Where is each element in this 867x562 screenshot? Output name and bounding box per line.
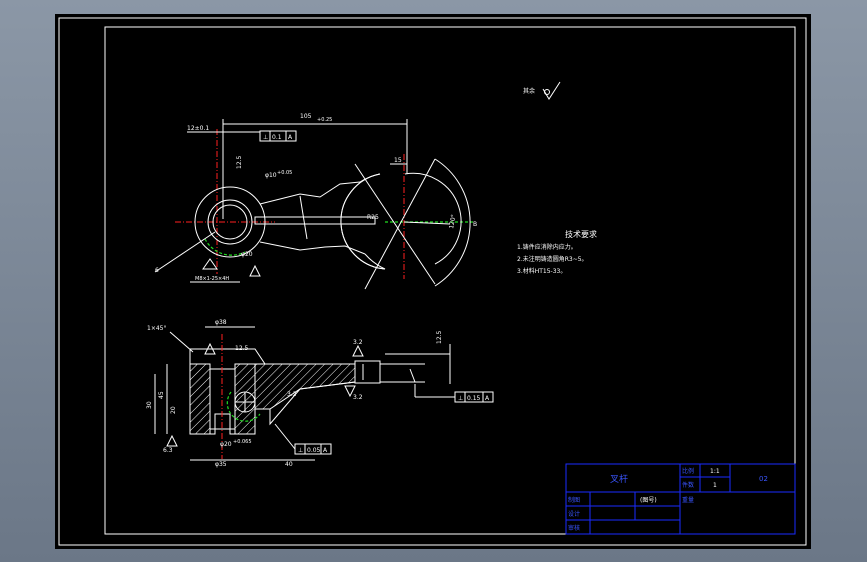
roughness-symbol-2 <box>249 264 261 277</box>
section-view: 12.5 φ38 1×45° 12.5 3.2 3.2 3.2 45 30 20… <box>146 319 494 468</box>
technical-notes: 技术要求 1.铸件应消除内应力。 2.未注明铸造圆角R3~5。 3.材料HT15… <box>517 229 597 275</box>
material-label: 重量 <box>682 496 694 504</box>
scale-label: 比例 <box>682 467 694 475</box>
svg-text:⊥: ⊥ <box>458 395 463 402</box>
dim-angle: 120° <box>448 214 457 229</box>
note-3: 3.材料HT15-33。 <box>517 267 566 275</box>
notes-title: 技术要求 <box>565 229 597 239</box>
fork-arc <box>340 173 386 270</box>
dim-15: 15 <box>394 157 402 164</box>
drawn-label: 制图 <box>568 496 580 504</box>
sheet-label: (图号) <box>640 497 657 504</box>
dim-left-20: 20 <box>170 406 177 414</box>
section-lug <box>354 360 381 384</box>
dim-hole-tol: +0.05 <box>277 170 292 176</box>
dim-105-tol: +0.25 <box>317 117 332 123</box>
check-label: 审核 <box>568 524 580 532</box>
roughness-symbol-1 <box>202 258 218 270</box>
roughness-other-label: 其余 <box>523 87 535 95</box>
note-2: 2.未注明铸造圆角R3~5。 <box>517 255 588 263</box>
dim-3-2a: 3.2 <box>353 339 363 346</box>
svg-text:0.15: 0.15 <box>467 395 481 402</box>
datum-value: 0.1 <box>272 134 282 141</box>
label-6: 6 <box>155 267 159 274</box>
note-1: 1.铸件应消除内应力。 <box>517 243 577 251</box>
dim-m8: M8×1-25×4H <box>195 276 229 282</box>
svg-text:0.05: 0.05 <box>307 447 321 454</box>
dim-phi20: φ20 <box>241 251 253 258</box>
scale-value: 1:1 <box>710 468 720 475</box>
hub-hidden-arc <box>204 238 246 256</box>
dim-12-5-section: 12.5 <box>235 345 249 352</box>
arm-slot <box>254 216 376 225</box>
outer-frame <box>58 17 807 546</box>
dim-hole: φ10 <box>265 172 277 179</box>
dim-phi20-tol: +0.065 <box>233 439 252 445</box>
top-view: 105 +0.25 12±0.1 ⊥ 0.1 A φ10 +0.05 12.5 … <box>154 113 477 290</box>
cad-drawing: 105 +0.25 12±0.1 ⊥ 0.1 A φ10 +0.05 12.5 … <box>58 17 807 546</box>
dim-38: φ38 <box>215 319 227 326</box>
qty-label: 件数 <box>682 481 694 489</box>
part-name: 叉杆 <box>610 473 628 485</box>
dim-r25: R25 <box>367 214 379 221</box>
dim-phi20-section: φ20 <box>220 441 232 448</box>
drawing-sheet: 105 +0.25 12±0.1 ⊥ 0.1 A φ10 +0.05 12.5 … <box>55 14 811 549</box>
dim-6-3: 6.3 <box>163 447 173 454</box>
dim-12: 12±0.1 <box>187 125 209 132</box>
dim-40: 40 <box>285 461 293 468</box>
roughness-symbol-6 <box>166 434 178 447</box>
dim-12-5-top: 12.5 <box>236 155 243 169</box>
fork-outer <box>340 173 386 270</box>
svg-text:A: A <box>323 447 328 454</box>
drawing-code: 02 <box>759 475 768 483</box>
leader-6 <box>154 231 216 273</box>
dim-phi35: φ35 <box>215 461 227 468</box>
chamfer: 1×45° <box>147 325 166 332</box>
qty-value: 1 <box>713 482 717 489</box>
datum-symbol: ⊥ <box>263 134 268 141</box>
svg-text:A: A <box>485 395 490 402</box>
datum-b: B <box>473 221 477 228</box>
svg-text:⊥: ⊥ <box>298 447 303 454</box>
dim-left-30: 30 <box>146 401 153 409</box>
dim-right-12-5: 12.5 <box>436 330 443 344</box>
roughness-symbol-4 <box>352 344 364 357</box>
dim-105: 105 <box>300 113 312 120</box>
hatch-left <box>189 363 211 435</box>
dim-3-2c: 3.2 <box>287 391 297 398</box>
datum-ref: A <box>288 134 293 141</box>
design-label: 设计 <box>568 510 580 518</box>
hatch-arm <box>254 363 356 410</box>
dim-3-2b: 3.2 <box>353 394 363 401</box>
title-block: 叉杆 比例 1:1 件数 1 02 制图 (图号) 重量 设计 审核 <box>565 463 796 535</box>
dim-left-45: 45 <box>158 391 165 399</box>
